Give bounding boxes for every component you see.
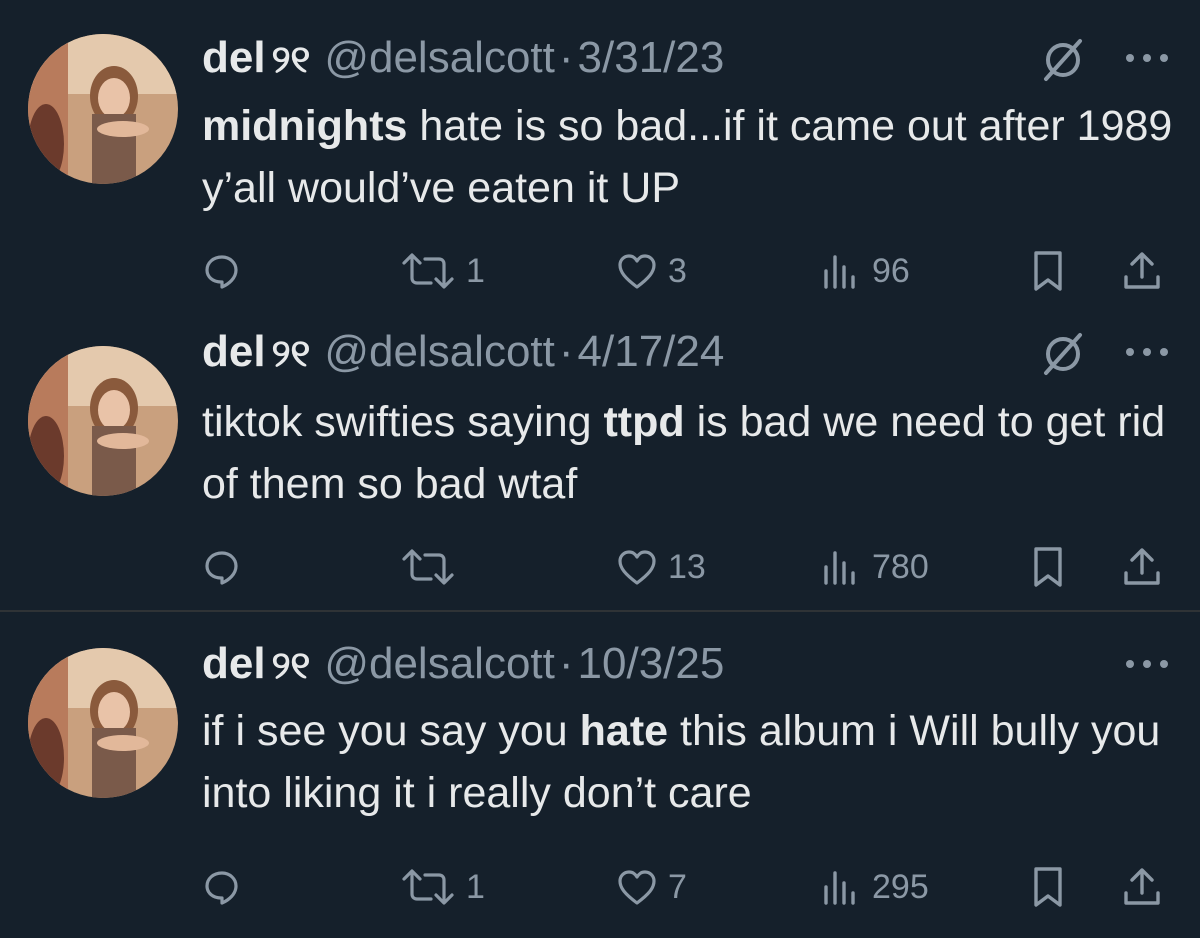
share-icon — [1124, 868, 1160, 905]
more-icon[interactable] — [1122, 342, 1172, 362]
like-button[interactable]: 3 — [616, 246, 687, 296]
bookmark-icon — [1034, 547, 1062, 587]
action-bar: 1 3 96 — [0, 246, 1200, 296]
tweet-header: del ୨୧ @delsalcott·3/31/23 — [202, 31, 724, 85]
bookmark-button[interactable] — [1028, 542, 1068, 592]
repost-count: 1 — [466, 867, 485, 906]
timestamp[interactable]: 3/31/23 — [578, 33, 725, 82]
display-name[interactable]: del — [202, 327, 266, 376]
share-button[interactable] — [1120, 862, 1164, 912]
reply-button[interactable] — [202, 542, 252, 592]
like-button[interactable]: 7 — [616, 862, 687, 912]
tweet-text-bold: midnights — [202, 102, 408, 150]
grok-icon[interactable] — [1040, 37, 1086, 83]
display-name-decoration: ୨୧ — [271, 645, 311, 687]
share-button[interactable] — [1120, 246, 1164, 296]
views-chart-icon — [824, 551, 855, 585]
views-chart-icon — [824, 255, 855, 289]
views-button[interactable]: 96 — [820, 246, 910, 296]
heart-icon — [618, 550, 656, 585]
reply-button[interactable] — [202, 246, 252, 296]
display-name[interactable]: del — [202, 639, 266, 688]
reply-icon — [205, 871, 238, 905]
views-button[interactable]: 780 — [820, 542, 929, 592]
avatar[interactable] — [28, 648, 178, 798]
views-button[interactable]: 295 — [820, 862, 929, 912]
bookmark-button[interactable] — [1028, 246, 1068, 296]
avatar[interactable] — [28, 34, 178, 184]
tweet-header: del ୨୧ @delsalcott·4/17/24 — [202, 325, 724, 379]
share-button[interactable] — [1120, 542, 1164, 592]
reply-icon — [205, 255, 238, 289]
reply-icon — [205, 551, 238, 585]
share-icon — [1124, 252, 1160, 289]
like-count: 13 — [668, 547, 706, 586]
repost-icon — [402, 869, 454, 905]
views-count: 295 — [872, 867, 929, 906]
repost-button[interactable]: 1 — [400, 246, 485, 296]
tweet-text-plain: if i see you say you — [202, 707, 580, 755]
handle[interactable]: @delsalcott — [324, 33, 555, 82]
tweet-text-bold: ttpd — [603, 398, 685, 446]
repost-icon — [402, 549, 454, 585]
more-icon[interactable] — [1122, 48, 1172, 68]
repost-button[interactable]: 1 — [400, 862, 485, 912]
bookmark-icon — [1034, 251, 1062, 291]
like-button[interactable]: 13 — [616, 542, 706, 592]
bookmark-button[interactable] — [1028, 862, 1068, 912]
reply-button[interactable] — [202, 862, 252, 912]
action-bar: 1 7 295 — [0, 862, 1200, 912]
tweet[interactable]: del ୨୧ @delsalcott·4/17/24 tiktok swifties… — [0, 318, 1200, 612]
display-name-decoration: ୨୧ — [271, 333, 311, 375]
repost-icon — [402, 253, 454, 289]
display-name[interactable]: del — [202, 33, 266, 82]
views-count: 780 — [872, 547, 929, 586]
timestamp[interactable]: 10/3/25 — [578, 639, 725, 688]
heart-icon — [618, 870, 656, 905]
separator: · — [558, 327, 574, 376]
tweet-text: midnights hate is so bad...if it came ou… — [202, 95, 1177, 219]
tweet[interactable]: del ୨୧ @delsalcott·10/3/25 if i see you sa… — [0, 614, 1200, 938]
heart-icon — [618, 254, 656, 289]
timestamp[interactable]: 4/17/24 — [578, 327, 725, 376]
separator: · — [558, 639, 574, 688]
bookmark-icon — [1034, 867, 1062, 907]
avatar[interactable] — [28, 346, 178, 496]
handle[interactable]: @delsalcott — [324, 327, 555, 376]
tweet[interactable]: del ୨୧ @delsalcott·3/31/23 midnights hate … — [0, 0, 1200, 318]
action-bar: 13 780 — [0, 542, 1200, 592]
tweet-text: tiktok swifties saying ttpd is bad we ne… — [202, 391, 1177, 515]
tweet-text-bold: hate — [579, 707, 669, 755]
like-count: 3 — [668, 251, 687, 290]
views-count: 96 — [872, 251, 910, 290]
share-icon — [1124, 548, 1160, 585]
display-name-decoration: ୨୧ — [271, 39, 311, 81]
repost-count: 1 — [466, 251, 485, 290]
tweet-text-plain: tiktok swifties saying — [202, 398, 604, 446]
views-chart-icon — [824, 871, 855, 905]
handle[interactable]: @delsalcott — [324, 639, 555, 688]
separator: · — [558, 33, 574, 82]
tweet-header: del ୨୧ @delsalcott·10/3/25 — [202, 637, 724, 691]
tweet-text: if i see you say you hate this album i W… — [202, 700, 1177, 824]
more-icon[interactable] — [1122, 654, 1172, 674]
grok-icon[interactable] — [1040, 331, 1086, 377]
like-count: 7 — [668, 867, 687, 906]
repost-button[interactable] — [400, 542, 466, 592]
